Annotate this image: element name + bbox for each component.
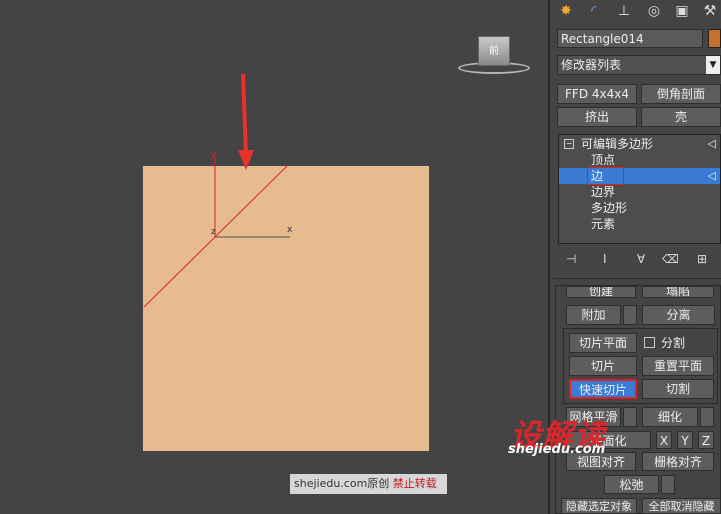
chevron-down-icon: ▼: [706, 56, 720, 74]
modifier-stack[interactable]: − 可编辑多边形 ◁ 顶点 边 ◁ 边界 多边形 元素: [558, 134, 721, 244]
meshsmooth-settings-button[interactable]: [623, 407, 637, 427]
tessellate-settings-button[interactable]: [700, 407, 714, 427]
pin-stack-icon[interactable]: ⊣: [566, 252, 576, 266]
axis-y-label: y: [211, 150, 217, 160]
watermark-site: shejiedu.com: [294, 477, 368, 490]
extrude-button[interactable]: 挤出: [557, 107, 637, 127]
hierarchy-icon[interactable]: ⊥: [612, 0, 636, 22]
command-panel-tabs: ✸ ◜ ⊥ ◎ ▣ ⚒: [550, 0, 721, 24]
planarize-y-button[interactable]: Y: [677, 431, 693, 449]
stack-item-border[interactable]: 边界: [559, 184, 720, 200]
collapse-icon[interactable]: −: [564, 139, 574, 149]
hide-selected-button[interactable]: 隐藏选定对象: [561, 498, 637, 514]
motion-icon[interactable]: ◎: [642, 0, 666, 22]
triangle-icon: ◁: [707, 169, 716, 182]
shell-button[interactable]: 壳: [641, 107, 721, 127]
axis-z-label: z: [211, 227, 216, 237]
planarize-x-button[interactable]: X: [656, 431, 672, 449]
viewport-overlay: y x z: [143, 73, 293, 308]
display-icon[interactable]: ▣: [670, 0, 694, 22]
attach-button[interactable]: 附加: [566, 305, 621, 325]
create-button[interactable]: 创建: [566, 286, 636, 298]
remove-modifier-icon[interactable]: ⌫: [662, 252, 679, 266]
quickslice-button[interactable]: 快速切片: [569, 379, 637, 399]
watermark-original: 原创: [367, 477, 390, 490]
stack-item-label: 顶点: [591, 153, 616, 167]
planarize-z-button[interactable]: Z: [698, 431, 714, 449]
ffd-button[interactable]: FFD 4x4x4: [557, 84, 637, 104]
object-name-field[interactable]: Rectangle014: [557, 29, 703, 48]
make-unique-icon[interactable]: ∀: [637, 252, 645, 266]
object-color-swatch[interactable]: [708, 29, 721, 48]
stack-item-element[interactable]: 元素: [559, 216, 720, 232]
utility-icon[interactable]: ⚒: [698, 0, 721, 22]
slice-plane-button[interactable]: 切片平面: [569, 333, 637, 353]
unhide-all-button[interactable]: 全部取消隐藏: [642, 498, 721, 514]
watermark-strip: shejiedu.com原创 禁止转载: [290, 474, 447, 494]
stack-root-label: 可编辑多边形: [581, 137, 654, 151]
relax-settings-button[interactable]: [661, 475, 675, 494]
axis-x-label: x: [287, 225, 293, 235]
stack-root-item[interactable]: − 可编辑多边形 ◁: [559, 136, 720, 152]
show-end-result-icon[interactable]: Ⅰ: [603, 252, 607, 266]
tessellate-button[interactable]: 细化: [642, 407, 698, 427]
brand-watermark-url: shejiedu.com: [508, 442, 606, 457]
split-label: 分割: [661, 336, 686, 350]
stack-item-polygon[interactable]: 多边形: [559, 200, 720, 216]
collapse-button[interactable]: 塌陷: [642, 286, 714, 298]
stack-item-label: 边: [591, 169, 604, 183]
triangle-icon: ◁: [707, 137, 716, 150]
relax-button[interactable]: 松弛: [604, 475, 659, 494]
detach-button[interactable]: 分离: [642, 305, 715, 325]
stack-item-vertex[interactable]: 顶点: [559, 152, 720, 168]
sun-icon[interactable]: ✸: [554, 0, 578, 22]
divider: [553, 278, 721, 279]
split-checkbox[interactable]: [644, 337, 655, 348]
attach-settings-button[interactable]: [623, 305, 637, 325]
stack-item-label: 边界: [591, 185, 616, 199]
grid-align-button[interactable]: 栅格对齐: [642, 452, 714, 471]
modifier-list-label: 修改器列表: [561, 58, 622, 72]
cut-button[interactable]: 切割: [642, 379, 714, 399]
slice-button[interactable]: 切片: [569, 356, 637, 376]
reset-plane-button[interactable]: 重置平面: [642, 356, 714, 376]
annotation-arrow-shaft: [241, 73, 248, 156]
curve-icon[interactable]: ◜: [582, 0, 606, 22]
stack-item-edge[interactable]: 边 ◁: [559, 167, 720, 185]
configure-sets-icon[interactable]: ⊞: [697, 252, 707, 266]
bevel-profile-button[interactable]: 倒角剖面: [641, 84, 721, 104]
modifier-list-dropdown[interactable]: 修改器列表 ▼: [557, 55, 721, 75]
annotation-arrow-head: [238, 150, 254, 170]
stack-item-label: 元素: [591, 217, 616, 231]
stack-item-label: 多边形: [591, 201, 628, 215]
watermark-forbid: 禁止转载: [392, 477, 437, 490]
